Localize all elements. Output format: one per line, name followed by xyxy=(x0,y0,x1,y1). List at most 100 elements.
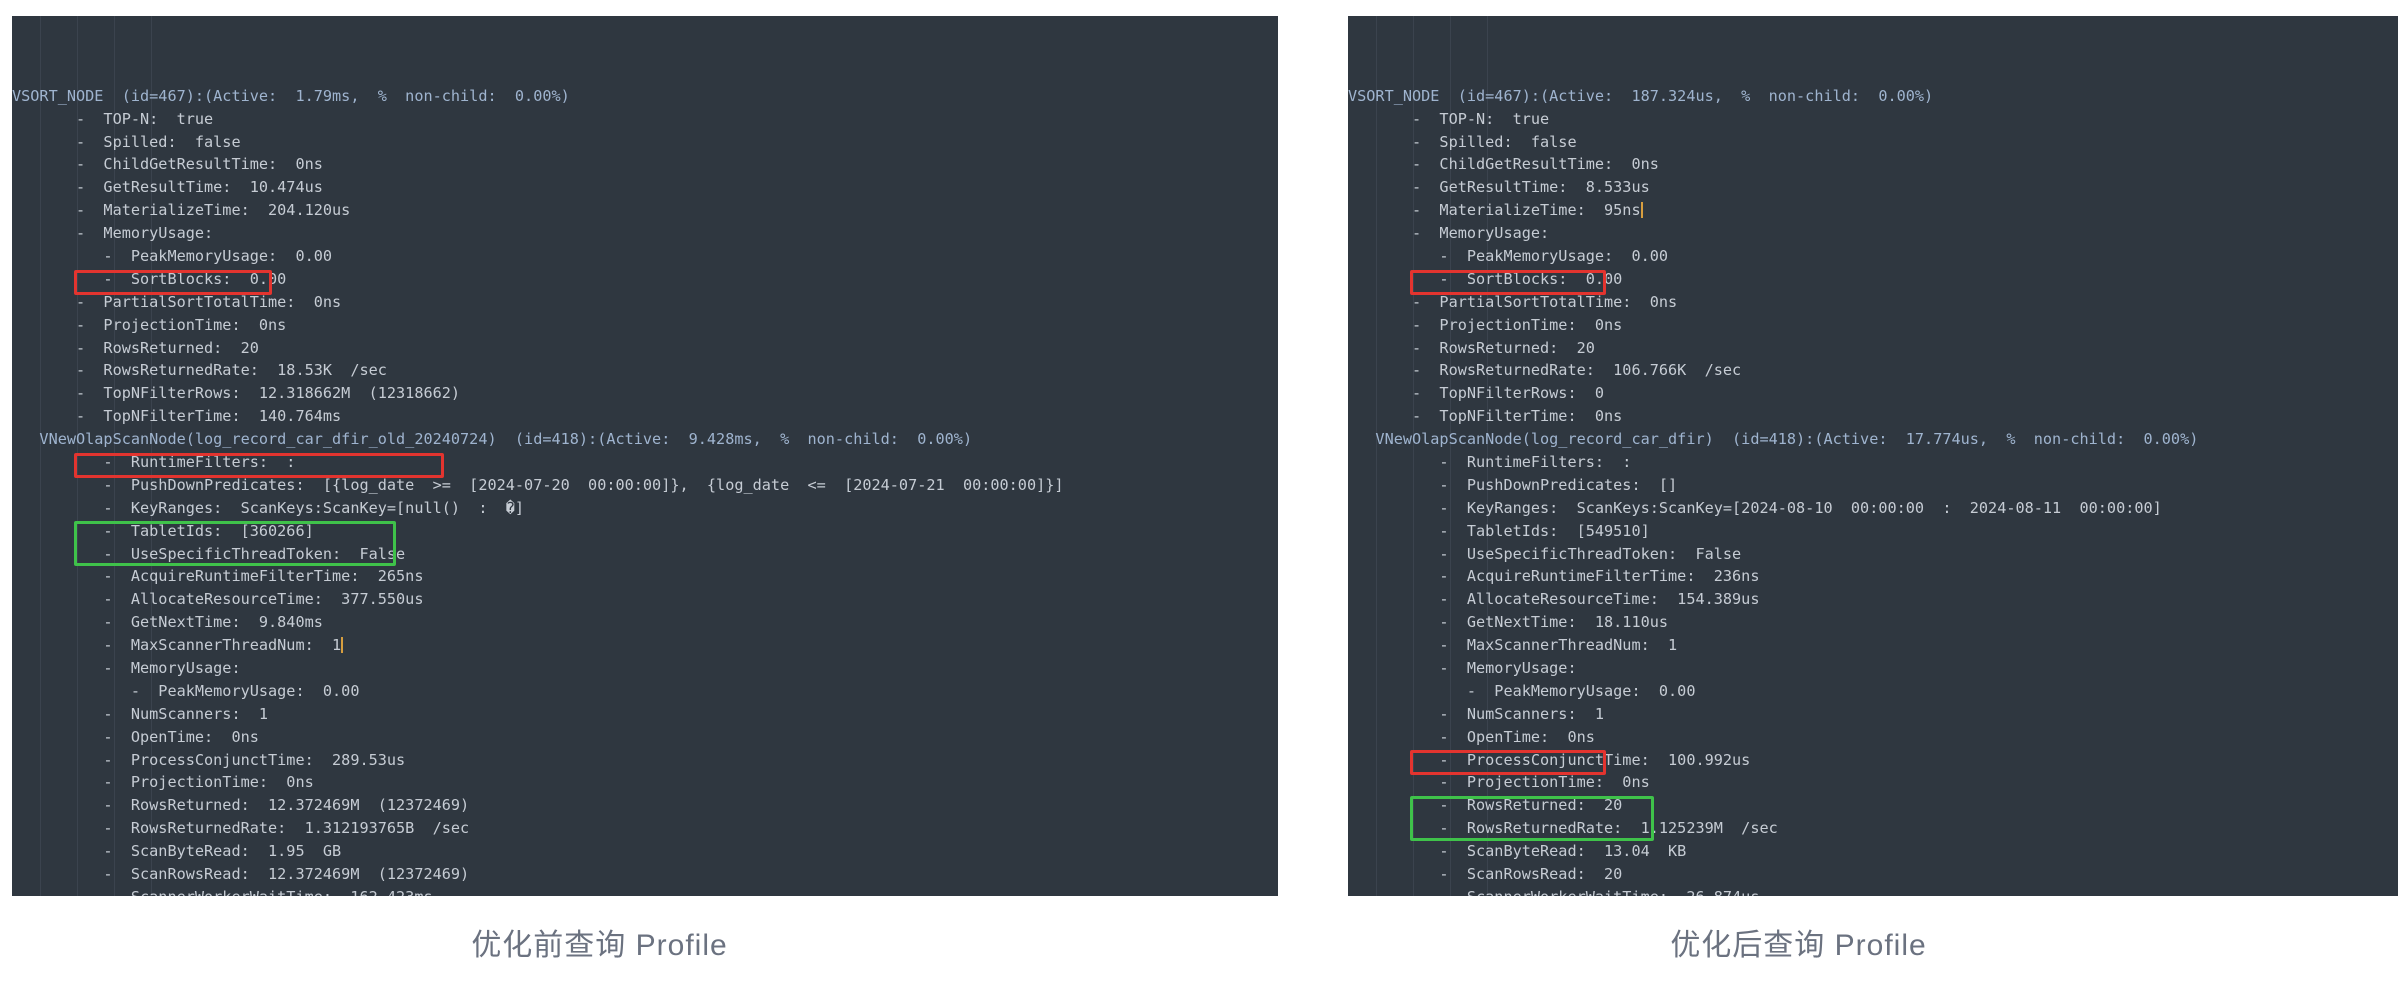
profile-line-text: - RuntimeFilters: : xyxy=(12,452,296,471)
profile-line: - PeakMemoryUsage: 0.00 xyxy=(1348,245,2398,268)
profile-line-text: - PushDownPredicates: [{log_date >= [202… xyxy=(12,475,1064,494)
profile-line-text: - MaterializeTime: 204.120us xyxy=(12,201,351,220)
profile-line-text: - TopNFilterRows: 12.318662M (12318662) xyxy=(12,384,461,403)
profile-line: - TopNFilterRows: 0 xyxy=(1348,382,2398,405)
profile-line: - ProcessConjunctTime: 289.53us xyxy=(12,749,1278,772)
profile-line: - AllocateResourceTime: 377.550us xyxy=(12,588,1278,611)
profile-line-text: - AcquireRuntimeFilterTime: 265ns xyxy=(12,567,424,586)
profile-line: - AcquireRuntimeFilterTime: 236ns xyxy=(1348,565,2398,588)
profile-line: - TopNFilterTime: 140.764ms xyxy=(12,405,1278,428)
text-caret xyxy=(341,637,344,654)
profile-line: - Spilled: false xyxy=(1348,131,2398,154)
profile-line: - ScanRowsRead: 12.372469M (12372469) xyxy=(12,863,1278,886)
profile-line: - ProcessConjunctTime: 100.992us xyxy=(1348,749,2398,772)
profile-line: - ScanRowsRead: 20 xyxy=(1348,863,2398,886)
profile-line-text: - RowsReturnedRate: 106.766K /sec xyxy=(1348,361,1742,380)
after-optimization-panel: VSORT_NODE (id=467):(Active: 187.324us, … xyxy=(1199,0,2398,988)
profile-line: - TabletIds: [549510] xyxy=(1348,520,2398,543)
profile-line-text: VSORT_NODE (id=467):(Active: 187.324us, … xyxy=(1348,86,1934,105)
profile-line-text: - MaxScannerThreadNum: 1 xyxy=(1348,636,1678,655)
profile-line-text: - ProjectionTime: 0ns xyxy=(1348,315,1623,334)
profile-line: - ScannerWorkerWaitTime: 26.874us xyxy=(1348,886,2398,896)
profile-line-text: - ProjectionTime: 0ns xyxy=(12,315,287,334)
profile-line: - RowsReturned: 20 xyxy=(1348,794,2398,817)
profile-line: - TopNFilterRows: 12.318662M (12318662) xyxy=(12,382,1278,405)
profile-line-text: - PeakMemoryUsage: 0.00 xyxy=(1348,246,1669,265)
profile-line-text: - TabletIds: [360266] xyxy=(12,521,314,540)
profile-line: - MemoryUsage: xyxy=(1348,222,2398,245)
profile-line-text: - RowsReturned: 12.372469M (12372469) xyxy=(12,796,470,815)
profile-line: - ChildGetResultTime: 0ns xyxy=(12,153,1278,176)
profile-line: - ProjectionTime: 0ns xyxy=(1348,314,2398,337)
profile-line-text: - PartialSortTotalTime: 0ns xyxy=(1348,292,1678,311)
profile-line: - AllocateResourceTime: 154.389us xyxy=(1348,588,2398,611)
profile-line-text: - ProcessConjunctTime: 100.992us xyxy=(1348,750,1751,769)
profile-line-text: - Spilled: false xyxy=(12,132,241,151)
profile-line: - RowsReturnedRate: 18.53K /sec xyxy=(12,359,1278,382)
profile-line: - RowsReturned: 20 xyxy=(1348,337,2398,360)
screenshot-stage: VSORT_NODE (id=467):(Active: 1.79ms, % n… xyxy=(0,0,2398,988)
profile-line-text: - TOP-N: true xyxy=(12,109,214,128)
profile-line: - PushDownPredicates: [{log_date >= [202… xyxy=(12,474,1278,497)
profile-line: - TOP-N: true xyxy=(12,108,1278,131)
before-profile-code-view[interactable]: VSORT_NODE (id=467):(Active: 1.79ms, % n… xyxy=(12,16,1278,896)
profile-line-text: VNewOlapScanNode(log_record_car_dfir_old… xyxy=(12,430,973,449)
profile-line: - UseSpecificThreadToken: False xyxy=(12,543,1278,566)
profile-line: - NumScanners: 1 xyxy=(1348,703,2398,726)
profile-line: - OpenTime: 0ns xyxy=(1348,726,2398,749)
profile-line-text: - TopNFilterRows: 0 xyxy=(1348,384,1605,403)
after-profile-code-view[interactable]: VSORT_NODE (id=467):(Active: 187.324us, … xyxy=(1348,16,2398,896)
profile-line-text: - AcquireRuntimeFilterTime: 236ns xyxy=(1348,567,1760,586)
profile-line-text: - PeakMemoryUsage: 0.00 xyxy=(12,246,333,265)
profile-line-text: - GetNextTime: 18.110us xyxy=(1348,613,1669,632)
profile-line-text: - MemoryUsage: xyxy=(12,658,241,677)
profile-line: - PartialSortTotalTime: 0ns xyxy=(12,291,1278,314)
profile-line: - RuntimeFilters: : xyxy=(12,451,1278,474)
profile-line-text: - MaterializeTime: 95ns xyxy=(1348,201,1641,220)
profile-line: VNewOlapScanNode(log_record_car_dfir) (i… xyxy=(1348,428,2398,451)
profile-line: - SortBlocks: 0.00 xyxy=(1348,268,2398,291)
profile-line-text: - RuntimeFilters: : xyxy=(1348,452,1632,471)
profile-line-text: - KeyRanges: ScanKeys:ScanKey=[null() : … xyxy=(12,498,525,517)
profile-line: - PeakMemoryUsage: 0.00 xyxy=(12,680,1278,703)
profile-line-text: - TabletIds: [549510] xyxy=(1348,521,1650,540)
profile-line: - MemoryUsage: xyxy=(1348,657,2398,680)
profile-line-text: - GetNextTime: 9.840ms xyxy=(12,613,323,632)
profile-line-text: - OpenTime: 0ns xyxy=(12,727,259,746)
profile-line: - MemoryUsage: xyxy=(12,222,1278,245)
profile-line-text: - TOP-N: true xyxy=(1348,109,1550,128)
profile-line-text: VNewOlapScanNode(log_record_car_dfir) (i… xyxy=(1348,430,2199,449)
profile-line-text: - ProcessConjunctTime: 289.53us xyxy=(12,750,406,769)
profile-line: - PartialSortTotalTime: 0ns xyxy=(1348,291,2398,314)
profile-line-text: - ScanByteRead: 1.95 GB xyxy=(12,842,342,861)
profile-line-text: - MaxScannerThreadNum: 1 xyxy=(12,636,342,655)
profile-line-text: - RowsReturnedRate: 1.312193765B /sec xyxy=(12,819,470,838)
profile-line-text: - PeakMemoryUsage: 0.00 xyxy=(12,681,360,700)
before-optimization-panel: VSORT_NODE (id=467):(Active: 1.79ms, % n… xyxy=(0,0,1278,988)
profile-line: - AcquireRuntimeFilterTime: 265ns xyxy=(12,565,1278,588)
profile-line: - MaterializeTime: 95ns xyxy=(1348,199,2398,222)
profile-line-text: - NumScanners: 1 xyxy=(12,704,269,723)
profile-line-text: VSORT_NODE (id=467):(Active: 1.79ms, % n… xyxy=(12,86,570,105)
after-profile-caption: 优化后查询 Profile xyxy=(1670,929,1927,962)
profile-line: - TopNFilterTime: 0ns xyxy=(1348,405,2398,428)
profile-line: - RowsReturnedRate: 1.312193765B /sec xyxy=(12,817,1278,840)
profile-line-text: - RowsReturned: 20 xyxy=(1348,338,1595,357)
profile-line-text: - TopNFilterTime: 140.764ms xyxy=(12,407,342,426)
profile-line: - ChildGetResultTime: 0ns xyxy=(1348,153,2398,176)
profile-line: - TabletIds: [360266] xyxy=(12,520,1278,543)
profile-line-text: - TopNFilterTime: 0ns xyxy=(1348,407,1623,426)
profile-line: - GetResultTime: 8.533us xyxy=(1348,176,2398,199)
profile-line: - MaxScannerThreadNum: 1 xyxy=(12,634,1278,657)
profile-line-text: - ProjectionTime: 0ns xyxy=(12,773,314,792)
profile-line: VSORT_NODE (id=467):(Active: 187.324us, … xyxy=(1348,85,2398,108)
profile-line-text: - MemoryUsage: xyxy=(12,224,214,243)
profile-line: - KeyRanges: ScanKeys:ScanKey=[null() : … xyxy=(12,497,1278,520)
profile-line-text: - OpenTime: 0ns xyxy=(1348,727,1595,746)
profile-line-text: - MemoryUsage: xyxy=(1348,658,1577,677)
profile-line: - PeakMemoryUsage: 0.00 xyxy=(12,245,1278,268)
profile-line-text: - ChildGetResultTime: 0ns xyxy=(12,155,323,174)
profile-line-text: - PushDownPredicates: [] xyxy=(1348,475,1678,494)
profile-line-text: - Spilled: false xyxy=(1348,132,1577,151)
profile-line: - RowsReturned: 12.372469M (12372469) xyxy=(12,794,1278,817)
